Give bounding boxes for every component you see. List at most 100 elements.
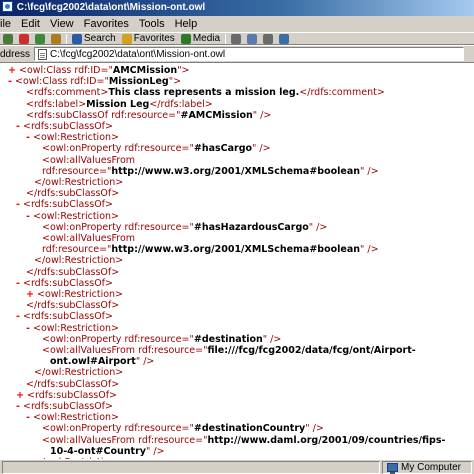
edit-icon [279,33,290,44]
xml-attr: rdf:resource [42,244,100,256]
xml-line: </owl:Restriction> [34,367,123,379]
menu-item-help[interactable]: Help [170,16,203,33]
xml-val: http://www.daml.org/2001/09/countries/fi… [207,434,446,446]
toolbar-label: Favorites [133,33,175,44]
expand-toggle[interactable]: + [16,390,24,401]
history-dropdown-button[interactable] [0,33,16,44]
xml-tag: <owl:Class [19,65,75,76]
xml-line: <owl:onProperty rdf:resource="#destinati… [42,423,324,435]
expand-toggle[interactable]: + [26,289,34,300]
xml-line: + <owl:Class rdf:ID="AMCMission"> [8,65,190,77]
xml-tag: " /> [145,445,165,457]
status-bar: My Computer [0,459,474,474]
history-dropdown-icon [3,33,13,44]
window-title: C:\fcg\fcg2002\data\ont\Mission-ont.owl [16,2,206,13]
xml-tag: </rdfs:subClassOf> [26,188,120,200]
media-button[interactable]: Media [178,33,223,44]
menu-item-view[interactable]: View [45,16,79,33]
edit-button[interactable] [276,33,292,44]
xml-tag: <owl:onProperty [42,221,125,233]
collapse-toggle[interactable]: - [26,132,30,143]
home-icon [51,33,61,44]
favorites-button[interactable]: Favorites [119,33,178,44]
xml-tag: <owl:Restriction> [32,210,119,222]
xml-val: ont.owl#Airport [50,356,136,368]
xml-tag: =" [195,345,208,356]
xml-tag: <rdfs:subClassOf> [22,199,113,211]
address-input[interactable]: C:\fcg\fcg2002\data\ont\Mission-ont.owl [34,47,464,61]
xml-line: <owl:onProperty rdf:resource="#destinati… [42,334,281,346]
stop-icon [19,33,29,44]
xml-line: <owl:onProperty rdf:resource="#hasCargo"… [42,143,271,155]
collapse-toggle[interactable]: - [26,412,30,423]
xml-tag: <owl:Restriction> [32,322,119,334]
menu-item-favorites[interactable]: Favorites [79,16,134,33]
collapse-toggle[interactable]: - [16,199,20,210]
address-label: ddress [0,48,31,60]
xml-tag: <rdfs:subClassOf> [22,401,113,412]
xml-text: Mission Leg [86,98,150,110]
print-button[interactable] [260,33,276,44]
refresh-icon [35,33,45,44]
xml-tag: "> [168,76,182,88]
xml-text: This class represents a mission leg. [108,87,300,99]
xml-attr: rdf:resource [124,333,182,345]
xml-tag: =" [181,221,194,233]
title-bar[interactable]: C:\fcg\fcg2002\data\ont\Mission-ont.owl [0,0,474,16]
refresh-button[interactable] [32,33,48,44]
xml-attr: rdf:resource [124,423,182,435]
xml-line: - <owl:Class rdf:ID="MissionLeg"> [8,76,181,88]
print-icon [263,33,274,44]
mail-button[interactable] [244,33,260,44]
xml-tag: </owl:Restriction> [34,177,124,188]
history-button[interactable] [228,33,244,44]
xml-tag: <owl:allValuesFrom [42,233,136,244]
xml-val: #hasHazardousCargo [193,221,309,233]
xml-tag: </rdfs:subClassOf> [26,300,120,312]
xml-tag: " /> [262,333,282,345]
collapse-toggle[interactable]: - [16,278,20,289]
menu-item-tools[interactable]: Tools [134,16,170,33]
xml-tag: =" [100,65,113,76]
xml-tag: <owl:onProperty [42,333,125,345]
xml-tag: </owl:Restriction> [34,367,124,379]
document-icon [2,1,13,12]
collapse-toggle[interactable]: - [16,401,20,412]
home-button[interactable] [48,33,64,44]
search-button[interactable]: Search [69,33,119,44]
xml-val: #destination [193,333,263,345]
xml-line: <owl:allValuesFrom rdf:resource="http://… [42,435,445,447]
xml-line: <rdfs:comment>This class represents a mi… [26,87,385,99]
menu-item-ile[interactable]: ile [0,16,16,33]
toolbar-label: Search [84,33,116,44]
xml-val: http://www.w3.org/2001/XMLSchema#boolean [111,165,361,177]
menu-item-edit[interactable]: Edit [16,16,45,33]
xml-tag: <rdfs:comment> [26,87,109,99]
media-icon [180,33,191,44]
page-icon [38,48,48,60]
xml-tag: " /> [360,244,379,256]
xml-line: 10-4-ont#Country" /> [50,446,165,458]
expand-toggle[interactable]: + [8,65,16,76]
xml-tag: </rdfs:comment> [299,87,385,99]
xml-tag: " /> [305,423,324,435]
xml-val: file:///fcg/fcg2002/data/fcg/ont/Airport… [207,345,416,356]
collapse-toggle[interactable]: - [26,323,30,334]
collapse-toggle[interactable]: - [26,211,30,222]
xml-tag: <owl:onProperty [42,423,125,435]
zone-indicator: My Computer [382,460,472,474]
computer-icon [387,462,398,474]
xml-tag: <owl:Restriction> [37,289,124,300]
stop-button[interactable] [16,33,32,44]
xml-tag: <owl:Restriction> [32,412,119,424]
xml-line: rdf:resource="http://www.w3.org/2001/XML… [42,244,379,256]
xml-tag: <owl:onProperty [42,143,125,155]
xml-val: #AMCMission [180,109,253,121]
toolbar-separator [66,33,67,44]
status-text [2,460,380,474]
xml-tag: <rdfs:subClassOf> [22,121,113,132]
collapse-toggle[interactable]: - [16,121,20,132]
collapse-toggle[interactable]: - [16,311,20,322]
xml-attr: rdf:ID [70,76,97,88]
collapse-toggle[interactable]: - [8,76,12,87]
